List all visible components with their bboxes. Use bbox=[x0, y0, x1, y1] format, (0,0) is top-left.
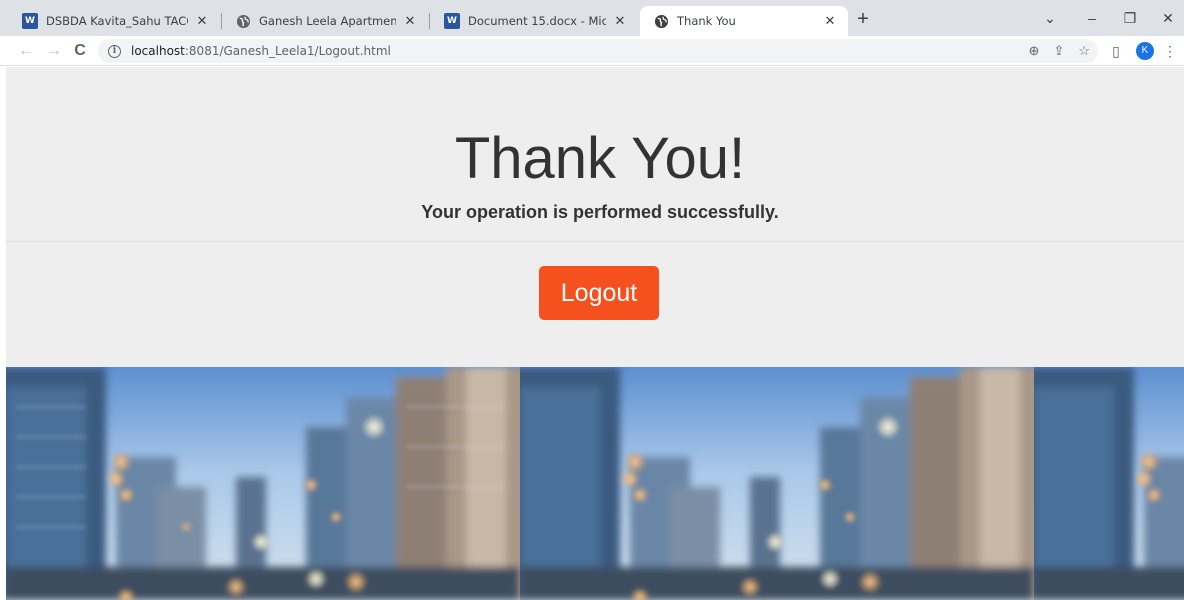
city-background-banner bbox=[6, 367, 1184, 600]
url-text[interactable]: localhost:8081/Ganesh_Leela1/Logout.html bbox=[131, 44, 391, 58]
close-window-icon[interactable]: ✕ bbox=[1150, 6, 1184, 30]
new-tab-icon[interactable]: + bbox=[852, 9, 874, 31]
city-background-image bbox=[1034, 367, 1184, 600]
tab-strip: W DSBDA Kavita_Sahu TACO19109 ✕ Ganesh L… bbox=[0, 0, 1184, 36]
info-icon[interactable]: i bbox=[108, 44, 121, 58]
globe-icon bbox=[236, 14, 251, 28]
forward-icon[interactable]: → bbox=[42, 39, 66, 63]
side-panel-icon[interactable]: ▯ bbox=[1106, 39, 1126, 63]
menu-dots-icon[interactable]: ⋮ bbox=[1162, 39, 1178, 63]
close-tab-icon[interactable]: ✕ bbox=[822, 14, 838, 29]
tab-label: DSBDA Kavita_Sahu TACO19109 bbox=[46, 14, 188, 28]
tab-label: Document 15.docx - Microsoft W bbox=[468, 14, 606, 28]
tab-label: Thank You bbox=[677, 14, 736, 28]
omnibox-actions: ⊕ ⇪ ☆ bbox=[1029, 39, 1090, 63]
close-tab-icon[interactable]: ✕ bbox=[402, 14, 418, 29]
share-icon[interactable]: ⇪ bbox=[1053, 43, 1064, 59]
page-title: Thank You! bbox=[454, 126, 746, 191]
divider bbox=[6, 241, 1184, 242]
word-icon: W bbox=[22, 13, 41, 29]
city-background-image bbox=[6, 367, 520, 600]
city-background-image bbox=[520, 367, 1034, 600]
zoom-icon[interactable]: ⊕ bbox=[1029, 43, 1040, 59]
page-content: Thank You! Your operation is performed s… bbox=[6, 67, 1184, 600]
minimize-icon[interactable]: – bbox=[1074, 6, 1110, 30]
close-tab-icon[interactable]: ✕ bbox=[612, 14, 628, 29]
close-tab-icon[interactable]: ✕ bbox=[194, 14, 210, 29]
url-path: :8081/Ganesh_Leela1/Logout.html bbox=[184, 44, 391, 58]
tab-thank-you[interactable]: Thank You ✕ bbox=[640, 6, 848, 36]
logout-button[interactable]: Logout bbox=[539, 266, 659, 320]
globe-icon bbox=[654, 14, 669, 28]
restore-icon[interactable]: ❐ bbox=[1112, 6, 1148, 30]
address-bar[interactable]: i localhost:8081/Ganesh_Leela1/Logout.ht… bbox=[98, 39, 1098, 63]
url-host: localhost bbox=[131, 44, 185, 58]
back-icon[interactable]: ← bbox=[14, 39, 38, 63]
tab-document-15[interactable]: W Document 15.docx - Microsoft W ✕ bbox=[430, 6, 638, 36]
page-subtitle: Your operation is performed successfully… bbox=[421, 202, 779, 222]
bookmark-star-icon[interactable]: ☆ bbox=[1078, 43, 1090, 59]
tab-label: Ganesh Leela Apartment> bbox=[259, 14, 396, 28]
reload-icon[interactable]: C bbox=[68, 39, 92, 63]
browser-toolbar: ← → C i localhost:8081/Ganesh_Leela1/Log… bbox=[0, 36, 1184, 66]
tab-ganesh-leela[interactable]: Ganesh Leela Apartment> ✕ bbox=[222, 6, 428, 36]
profile-avatar[interactable]: K bbox=[1136, 42, 1154, 60]
tab-dsbda[interactable]: W DSBDA Kavita_Sahu TACO19109 ✕ bbox=[8, 6, 220, 36]
tab-search-icon[interactable]: ⌄ bbox=[1032, 6, 1068, 30]
word-icon: W bbox=[444, 13, 463, 29]
